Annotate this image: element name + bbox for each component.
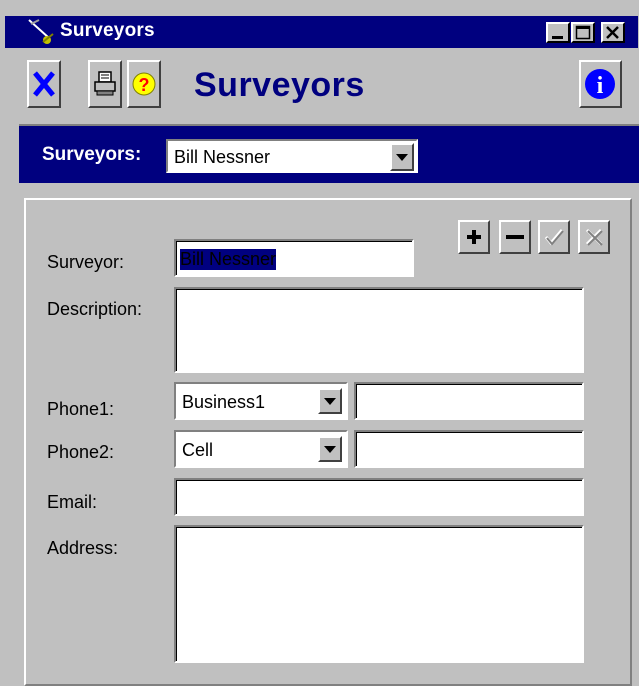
phone1-type-value: Business1: [182, 392, 266, 412]
info-icon: i: [585, 69, 615, 99]
svg-text:i: i: [597, 73, 604, 99]
close-window-button[interactable]: [601, 22, 625, 43]
email-field[interactable]: [174, 478, 584, 516]
cancel-icon: [585, 228, 603, 246]
maximize-button[interactable]: [571, 22, 595, 43]
delete-record-button[interactable]: [499, 220, 531, 254]
svg-text:?: ?: [139, 75, 150, 95]
cancel-record-button[interactable]: [578, 220, 610, 254]
minimize-icon: [552, 36, 563, 39]
maximize-icon: [575, 25, 591, 40]
minimize-button[interactable]: [546, 22, 570, 43]
phone2-type-dropdown[interactable]: [318, 436, 342, 462]
title-bar[interactable]: Surveyors: [5, 16, 638, 48]
address-textarea[interactable]: [174, 525, 584, 663]
phone2-type-value: Cell: [182, 440, 214, 460]
printer-icon: [94, 71, 116, 96]
info-button[interactable]: i: [579, 60, 622, 108]
phone1-type-select[interactable]: Business1: [174, 382, 348, 420]
phone1-label: Phone1:: [47, 399, 115, 419]
phone2-number-input[interactable]: [354, 430, 584, 468]
surveyors-selector[interactable]: Bill Nessner: [166, 139, 418, 173]
add-icon: [467, 230, 481, 244]
question-icon: ?: [132, 72, 156, 96]
description-textarea[interactable]: [174, 287, 584, 373]
surveyors-selector-dropdown[interactable]: [390, 143, 414, 171]
surveyor-label: Surveyor:: [47, 252, 125, 272]
chevron-down-icon: [324, 446, 336, 453]
surveyor-input[interactable]: Bill Nessner: [174, 239, 414, 277]
surveyors-selector-label: Surveyors:: [42, 144, 142, 165]
check-icon: [544, 229, 564, 246]
surveyor-input-value: Bill Nessner: [180, 249, 277, 270]
app-icon[interactable]: [27, 16, 55, 48]
phone1-type-dropdown[interactable]: [318, 388, 342, 414]
email-label: Email:: [47, 492, 98, 512]
address-label: Address:: [47, 538, 119, 558]
help-button[interactable]: ?: [127, 60, 161, 108]
description-label: Description:: [47, 299, 143, 319]
phone1-number-input[interactable]: [354, 382, 584, 420]
form-title: Surveyors: [194, 66, 365, 104]
chevron-down-icon: [324, 398, 336, 405]
chevron-down-icon: [396, 154, 408, 161]
add-record-button[interactable]: [458, 220, 490, 254]
x-icon: [33, 71, 55, 97]
remove-icon: [506, 235, 524, 239]
window-title: Surveyors: [60, 20, 155, 41]
surveyors-window: Surveyors ? Surveyors i Surveyors: Bill …: [0, 0, 639, 686]
close-icon: [606, 26, 619, 39]
save-record-button[interactable]: [538, 220, 570, 254]
phone2-label: Phone2:: [47, 442, 115, 462]
surveyors-selector-value: Bill Nessner: [174, 147, 271, 167]
print-button[interactable]: [88, 60, 122, 108]
phone2-type-select[interactable]: Cell: [174, 430, 348, 468]
close-form-button[interactable]: [27, 60, 61, 108]
